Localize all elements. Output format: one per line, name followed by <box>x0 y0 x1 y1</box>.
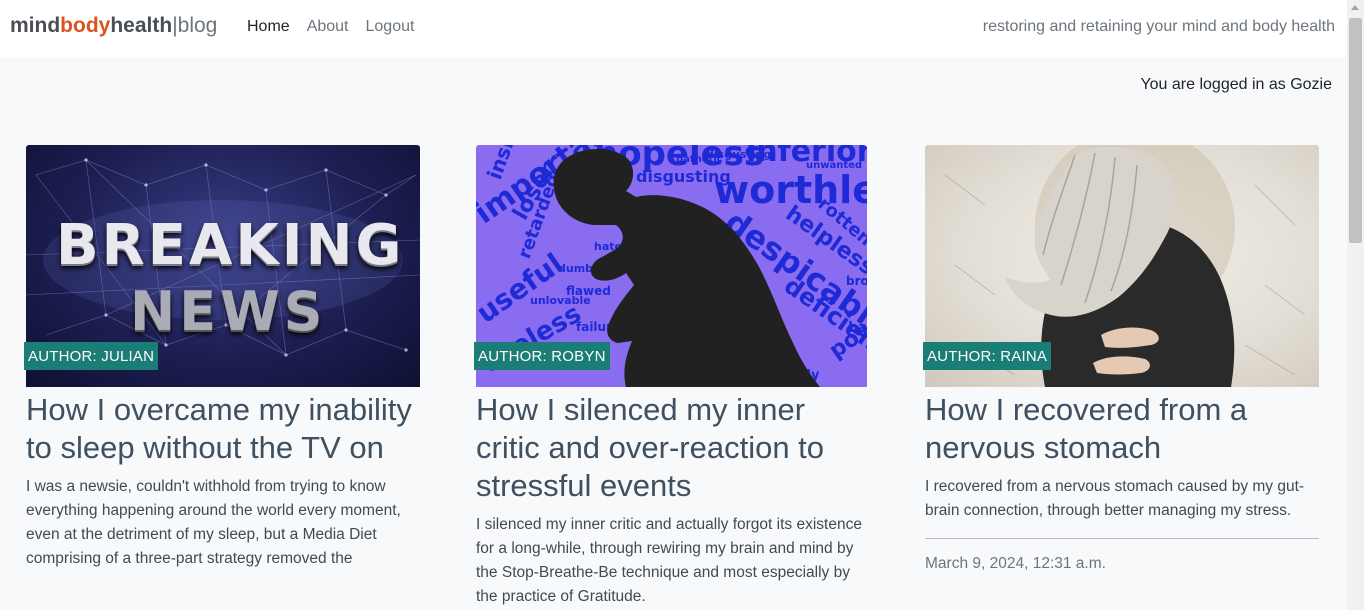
post-excerpt: I was a newsie, couldn't withhold from t… <box>26 478 401 567</box>
image-text-breaking: BREAKING <box>56 213 405 278</box>
post-date: March 9, 2024, 12:31 a.m. <box>925 555 1106 572</box>
image-text-news: NEWS <box>130 280 327 343</box>
post-card-3[interactable]: AUTHOR: RAINA How I recovered from a ner… <box>923 145 1319 573</box>
author-badge: AUTHOR: RAINA <box>923 342 1052 370</box>
nav-links: Home About Logout <box>247 18 414 36</box>
scrollbar-thumb[interactable] <box>1349 18 1362 243</box>
post-excerpt: I silenced my inner critic and actually … <box>476 516 862 605</box>
post-divider <box>925 538 1319 539</box>
post-card-1[interactable]: BREAKING NEWS AUTHOR: JULIAN How I overc… <box>24 145 420 571</box>
page-scrollbar[interactable] <box>1347 0 1364 610</box>
post-title[interactable]: How I recovered from a nervous stomach <box>925 391 1319 467</box>
post-title[interactable]: How I overcame my inability to sleep wit… <box>26 391 420 467</box>
brand-body: body <box>60 14 111 37</box>
post-card-2[interactable]: hopeless inferior worthless disgusting d… <box>474 145 867 609</box>
author-badge: AUTHOR: JULIAN <box>24 342 159 370</box>
post-excerpt: I recovered from a nervous stomach cause… <box>925 478 1305 519</box>
post-title[interactable]: How I silenced my inner critic and over-… <box>476 391 867 505</box>
nav-about-link[interactable]: About <box>307 18 349 36</box>
nav-logout-link[interactable]: Logout <box>366 18 415 36</box>
author-badge: AUTHOR: ROBYN <box>474 342 610 370</box>
brand-mind: mind <box>10 14 61 37</box>
top-navbar: mindbodyhealth|blog Home About Logout re… <box>0 0 1347 57</box>
scroll-up-arrow-icon[interactable] <box>1351 5 1359 10</box>
site-tagline: restoring and retaining your mind and bo… <box>982 18 1335 35</box>
nav-home-link[interactable]: Home <box>247 18 290 36</box>
login-status: You are logged in as Gozie <box>1140 76 1332 93</box>
brand-blog: blog <box>177 14 218 37</box>
brand-health: health <box>110 14 173 37</box>
brand-logo[interactable]: mindbodyhealth|blog <box>10 14 217 38</box>
